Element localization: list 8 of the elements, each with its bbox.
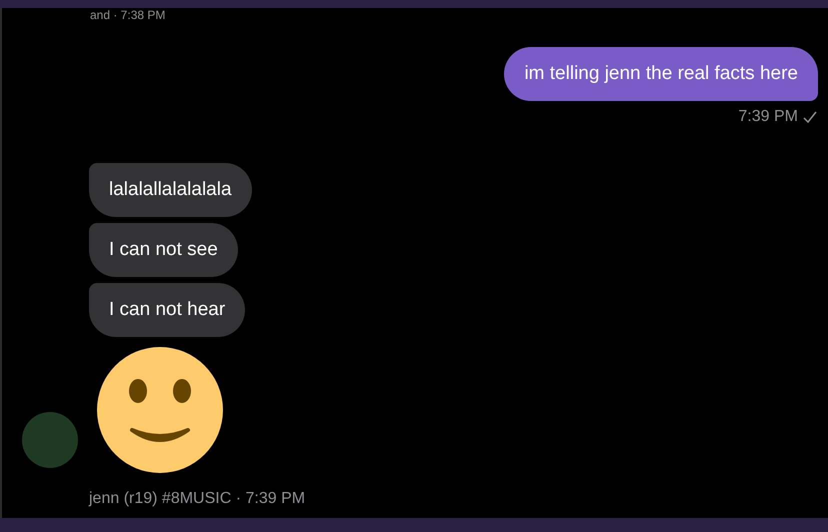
received-message-bubble: I can not hear xyxy=(89,283,246,337)
received-message-bubble: lalalallalalalala xyxy=(89,163,252,217)
received-message-bubble: I can not see xyxy=(89,223,238,277)
smiley-emoji-icon xyxy=(96,346,224,474)
message-time: 7:39 PM xyxy=(738,108,798,126)
sent-message-bubble: im telling jenn the real facts here xyxy=(504,47,818,101)
message-meta: and · 7:38 PM xyxy=(89,8,166,22)
sender-name-time: jenn (r19) #8MUSIC · 7:39 PM xyxy=(89,490,306,508)
